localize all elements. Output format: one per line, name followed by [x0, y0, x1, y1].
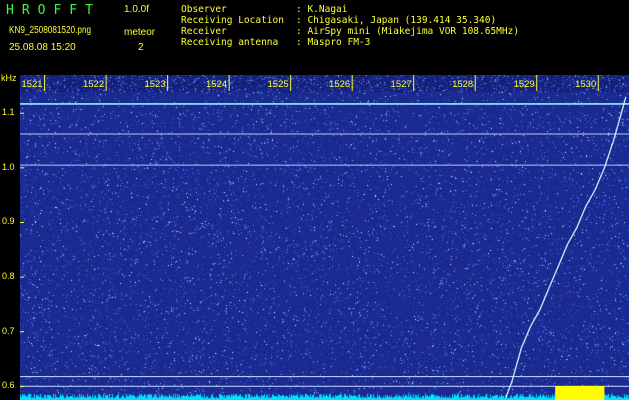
filename-label: KN9_2508081520.png [9, 25, 92, 36]
x-tick-label: 1526 [329, 79, 350, 90]
app-title: HROFFT [6, 3, 101, 18]
spectrogram-overlay: 1521 1522 1523 1524 1525 1526 1527 1528 1529 1530 [20, 75, 629, 400]
info-value-antenna: : Maspro FM-3 [296, 37, 371, 48]
version-label: 1.0.0f [124, 4, 150, 15]
y-tick-label: 1.1 [2, 107, 15, 118]
x-tick-label: 1523 [144, 79, 165, 90]
datetime-label: 25.08.08 15:20 [9, 42, 76, 53]
spectrogram-plot: 1521 1522 1523 1524 1525 1526 1527 1528 1529 1530 [20, 75, 629, 400]
y-tick-label: 1.0 [2, 161, 15, 172]
echo-block [555, 386, 605, 400]
y-tick-label: 0.9 [2, 216, 15, 227]
info-label-receiver: Receiver [181, 26, 227, 37]
info-value-receiver: : AirSpy mini (Miakejima VOR 108.65MHz) [296, 26, 520, 37]
x-tick-label: 1522 [83, 79, 104, 90]
meteor-count: 2 [138, 42, 144, 53]
info-value-location: : Chigasaki, Japan (139.414 35.340) [296, 15, 497, 26]
y-tick-label: 0.7 [2, 325, 15, 336]
meteor-label: meteor [124, 27, 156, 38]
x-tick-label: 1525 [268, 79, 289, 90]
y-tick-label: 0.8 [2, 271, 15, 282]
x-tick-label: 1530 [575, 79, 596, 90]
x-tick-label: 1529 [514, 79, 535, 90]
info-value-observer: : K.Nagai [296, 4, 348, 15]
info-label-location: Receiving Location [181, 15, 284, 26]
x-tick-label: 1521 [21, 79, 42, 90]
y-tick-label: 0.6 [2, 380, 15, 391]
x-tick-label: 1527 [391, 79, 412, 90]
info-label-antenna: Receiving antenna [181, 37, 279, 48]
x-tick-label: 1524 [206, 79, 227, 90]
x-tick-label: 1528 [452, 79, 473, 90]
info-label-observer: Observer [181, 4, 227, 15]
y-axis-unit: kHz [1, 73, 17, 83]
meteor-trail [505, 96, 627, 398]
hrofft-window: HROFFT 1.0.0f KN9_2508081520.png meteor … [0, 0, 629, 400]
